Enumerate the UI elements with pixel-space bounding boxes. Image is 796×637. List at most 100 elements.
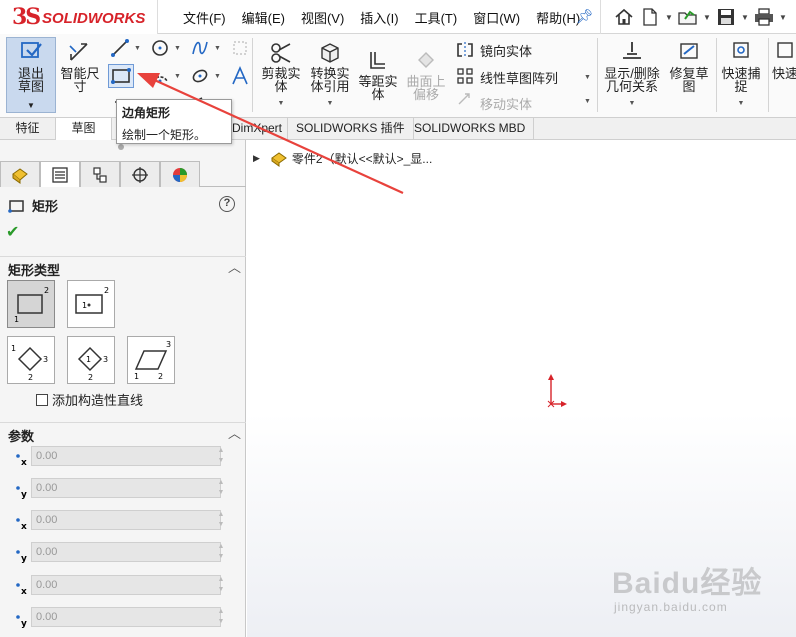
chevron-down-icon[interactable]: ▼: [214, 45, 221, 52]
chevron-down-icon[interactable]: ▼: [741, 13, 749, 22]
spin-button[interactable]: ▲ ▼: [216, 510, 226, 530]
center-rectangle-icon: 12: [75, 286, 109, 314]
spin-button[interactable]: ▲ ▼: [216, 478, 226, 498]
menu-insert[interactable]: 插入(I): [360, 8, 398, 27]
ok-checkmark-button[interactable]: ✔: [6, 222, 19, 242]
open-folder-icon[interactable]: [677, 6, 699, 28]
linear-pattern-icon[interactable]: [455, 66, 475, 86]
solidworks-logo[interactable]: 3S SOLIDWORKS: [0, 0, 158, 34]
chevron-up-icon[interactable]: ︿: [228, 257, 241, 276]
tab-property-manager[interactable]: [40, 161, 80, 187]
chevron-down-icon[interactable]: ▼: [214, 73, 221, 80]
panel-tabs: [0, 161, 246, 187]
chevron-down-icon[interactable]: ▼: [584, 74, 591, 81]
feature-tree-root[interactable]: ▶ 零件2（默认<<默认>_显...: [253, 150, 432, 167]
param-y1-input[interactable]: 0.00: [31, 478, 221, 498]
chevron-down-icon[interactable]: ▼: [138, 72, 145, 79]
parameters-header-label: 参数: [8, 429, 35, 444]
spin-button[interactable]: ▲ ▼: [216, 542, 226, 562]
linear-pattern-button[interactable]: 线性草图阵列: [480, 68, 558, 87]
tab-configuration-manager[interactable]: [80, 161, 120, 187]
tab-sketch[interactable]: 草图: [56, 118, 112, 140]
chevron-down-icon[interactable]: ▼: [258, 97, 304, 110]
quick-partial-button[interactable]: 快速: [772, 40, 796, 80]
spin-button[interactable]: ▲ ▼: [216, 607, 226, 627]
offset-on-surface-button[interactable]: 曲面上偏移: [404, 48, 448, 101]
circle-icon[interactable]: [150, 38, 170, 58]
spin-button[interactable]: ▲ ▼: [216, 446, 226, 466]
panel-grip[interactable]: [118, 144, 124, 150]
mirror-icon[interactable]: [455, 40, 475, 60]
chevron-down-icon[interactable]: ▼: [174, 45, 181, 52]
smart-dimension-button[interactable]: 智能尺寸: [58, 40, 102, 93]
menu-edit[interactable]: 编辑(E): [242, 8, 285, 27]
trim-entities-button[interactable]: 剪裁实体 ▼: [258, 40, 304, 110]
parameters-section-header[interactable]: 参数 ︿: [0, 422, 246, 444]
rect-type-3point-corner[interactable]: 1 3 2: [7, 336, 55, 384]
tab-solidworks-mbd[interactable]: SOLIDWORKS MBD: [406, 118, 535, 140]
tab-dimxpert-manager[interactable]: [120, 161, 160, 187]
menu-window[interactable]: 窗口(W): [473, 8, 520, 27]
menu-tools[interactable]: 工具(T): [415, 8, 458, 27]
chevron-down-icon[interactable]: ▼: [779, 13, 787, 22]
pin-icon[interactable]: 📌︎: [576, 8, 594, 25]
tab-display-manager[interactable]: [160, 161, 200, 187]
tab-feature-manager[interactable]: [0, 161, 40, 187]
spline-icon[interactable]: [190, 38, 210, 58]
rect-type-center[interactable]: 12: [67, 280, 115, 328]
move-entities-button[interactable]: 移动实体: [480, 94, 532, 113]
param-x3-input[interactable]: 0.00: [31, 575, 221, 595]
tab-feature[interactable]: 特征: [0, 118, 56, 140]
home-icon[interactable]: [613, 6, 635, 28]
quick-snaps-button[interactable]: 快速捕捉 ▼: [718, 40, 764, 110]
help-button[interactable]: ?: [219, 196, 235, 212]
ellipse-icon[interactable]: [190, 66, 210, 86]
tab-dimxpert[interactable]: DimXpert: [224, 118, 288, 140]
convert-entities-button[interactable]: 转换实体引用 ▼: [306, 40, 354, 110]
chevron-down-icon[interactable]: ▼: [306, 97, 354, 110]
menu-view[interactable]: 视图(V): [301, 8, 344, 27]
rect-type-corner[interactable]: 21: [7, 280, 55, 328]
corner-rectangle-button[interactable]: [108, 64, 134, 88]
rect-type-section-header[interactable]: 矩形类型 ︿: [0, 256, 246, 278]
tab-solidworks-addins[interactable]: SOLIDWORKS 插件: [288, 118, 414, 140]
save-icon[interactable]: [715, 6, 737, 28]
svg-text:1: 1: [86, 355, 91, 364]
chevron-down-icon[interactable]: ▼: [27, 101, 35, 110]
spin-button[interactable]: ▲ ▼: [216, 575, 226, 595]
line-icon[interactable]: [110, 38, 130, 58]
new-document-icon[interactable]: [639, 6, 661, 28]
feature-manager-icon: [12, 167, 28, 184]
offset-entities-button[interactable]: 等距实体: [356, 48, 400, 101]
chevron-down-icon[interactable]: ▼: [665, 13, 673, 22]
menu-help[interactable]: 帮助(H): [536, 8, 580, 27]
add-construction-lines-checkbox[interactable]: 添加构造性直线: [36, 390, 143, 409]
display-delete-relations-label: 显示/删除几何关系: [604, 66, 660, 94]
svg-text:2: 2: [88, 373, 93, 382]
param-x1-input[interactable]: 0.00: [31, 446, 221, 466]
param-x2-input[interactable]: 0.00: [31, 510, 221, 530]
display-delete-relations-button[interactable]: 显示/删除几何关系 ▼: [602, 40, 662, 110]
chevron-down-icon[interactable]: ▼: [718, 97, 764, 110]
chevron-down-icon[interactable]: ▼: [703, 13, 711, 22]
arc-icon[interactable]: [150, 66, 170, 86]
chevron-up-icon[interactable]: ︿: [228, 423, 241, 442]
chevron-down-icon[interactable]: ▼: [134, 45, 141, 52]
expand-arrow-icon[interactable]: ▶: [253, 153, 260, 164]
param-y2-input[interactable]: 0.00: [31, 542, 221, 562]
chevron-down-icon[interactable]: ▼: [174, 73, 181, 80]
chevron-down-icon[interactable]: ▼: [602, 97, 662, 110]
param-y3-input[interactable]: 0.00: [31, 607, 221, 627]
rect-type-parallelogram[interactable]: 3 1 2: [127, 336, 175, 384]
exit-sketch-button[interactable]: 退出草图 ▼: [6, 37, 56, 113]
mirror-entities-button[interactable]: 镜向实体: [480, 41, 532, 60]
repair-sketch-button[interactable]: 修复草图: [666, 40, 712, 93]
text-icon[interactable]: [230, 66, 250, 86]
checkbox-box[interactable]: [36, 393, 48, 406]
chevron-down-icon[interactable]: ▼: [584, 98, 591, 105]
rect-type-3point-center[interactable]: 1 3 2: [67, 336, 115, 384]
svg-text:y: y: [21, 619, 27, 628]
print-icon[interactable]: [753, 6, 775, 28]
menu-file[interactable]: 文件(F): [183, 8, 226, 27]
ribbon-separator: [597, 38, 598, 112]
